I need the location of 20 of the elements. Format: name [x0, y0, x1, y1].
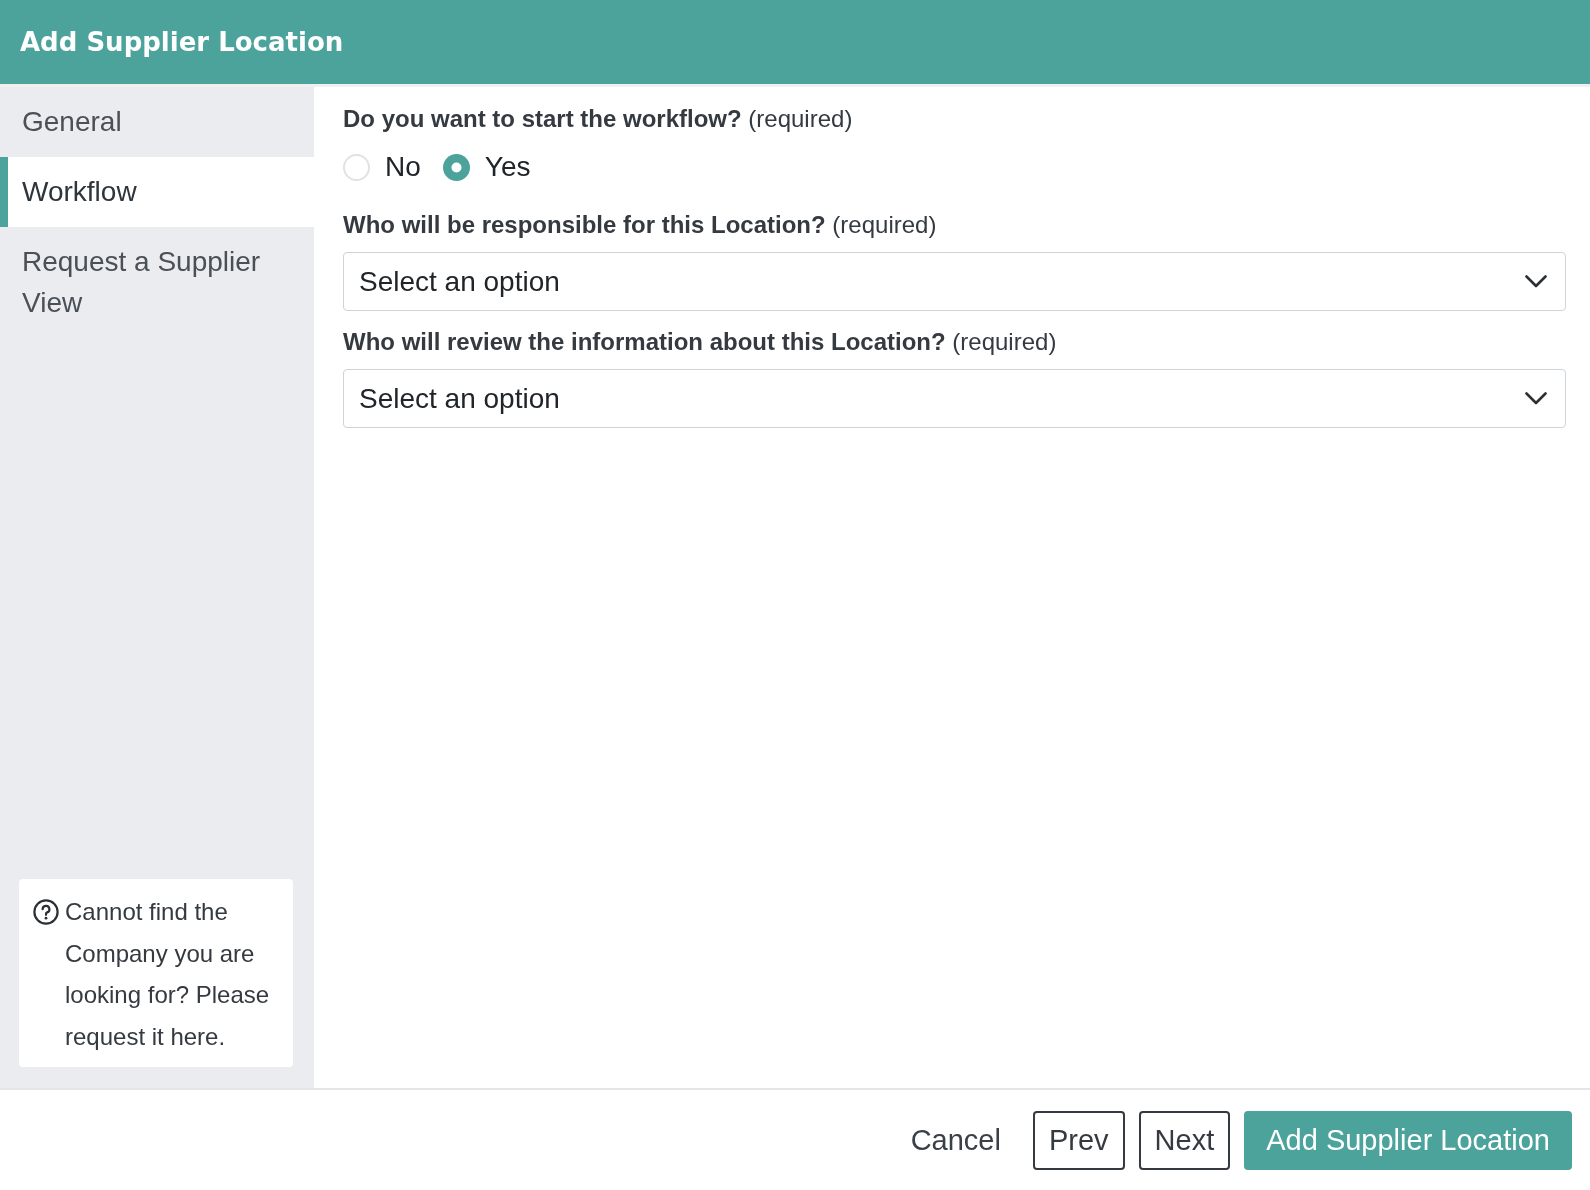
sidebar-tab[interactable]: Workflow [0, 157, 314, 227]
field-label: Who will review the information about this Location? (required) [343, 327, 1058, 357]
chevron-down-icon [1525, 392, 1547, 405]
radio-label[interactable]: Yes [484, 151, 531, 183]
sidebar-tab[interactable]: General [0, 87, 314, 157]
radio-button[interactable] [442, 153, 470, 181]
nav-button[interactable]: Prev [1032, 1110, 1125, 1170]
cancel-button[interactable]: Cancel [894, 1110, 1017, 1170]
question-circle-icon [33, 899, 59, 925]
field-label: Do you want to start the workflow? (required) [343, 104, 854, 134]
chevron-down-icon [1525, 275, 1547, 288]
nav-button[interactable]: Next [1138, 1110, 1231, 1170]
help-text: Cannot find the Company you are looking for? Please request it here. [65, 897, 271, 1052]
field-label: Who will be responsible for this Location? (required) [343, 210, 938, 240]
radio-button[interactable] [343, 153, 370, 181]
dialog-title: Add Supplier Location [20, 27, 344, 57]
radio-label[interactable]: No [385, 151, 421, 183]
select-field[interactable]: Select an option [343, 369, 1566, 428]
sidebar-tab[interactable]: Request a Supplier View [0, 227, 314, 338]
select-field[interactable]: Select an option [343, 252, 1566, 311]
